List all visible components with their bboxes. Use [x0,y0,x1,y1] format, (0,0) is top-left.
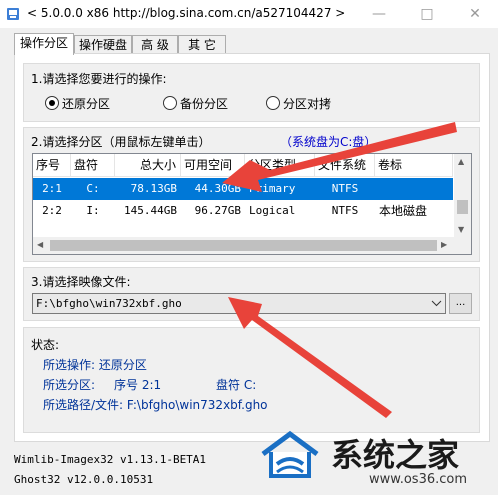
arrow-to-image-icon [228,297,392,418]
house-logo-icon [261,430,319,478]
tab-partition[interactable]: 操作分区 [14,33,74,55]
arrow-to-partition-icon [222,122,457,192]
watermark: 系统之家 www.os36.com [255,420,498,495]
watermark-url: www.os36.com [369,472,468,487]
watermark-brand: 系统之家 [331,436,460,474]
